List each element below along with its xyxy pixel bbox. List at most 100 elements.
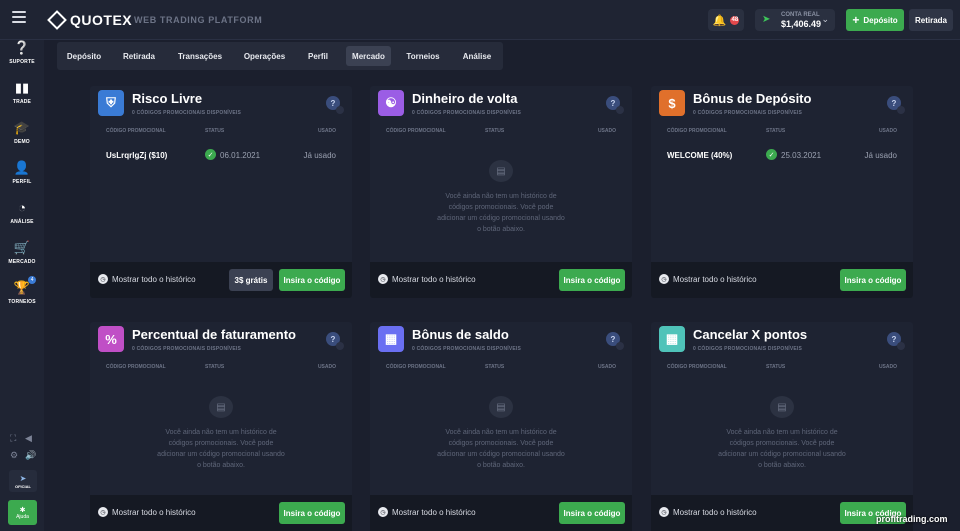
help-icon: ✱ <box>19 506 26 514</box>
show-history-link[interactable]: Mostrar todo o histórico <box>673 275 757 284</box>
tab-operations[interactable]: Operações <box>237 46 292 66</box>
gear-icon[interactable]: ⚙ <box>10 450 18 461</box>
chevron-down-icon: ⌄ <box>821 14 829 24</box>
help-icon[interactable]: ? <box>326 96 344 114</box>
menu-icon[interactable] <box>12 11 26 23</box>
column-used: USADO <box>878 364 897 370</box>
promo-card-deposit-bonus: $ Bônus de Depósito 0 CÓDIGOS PROMOCIONA… <box>651 86 913 298</box>
help-icon[interactable]: ? <box>606 332 624 350</box>
show-history-link[interactable]: Mostrar todo o histórico <box>112 275 196 284</box>
arrow-left-icon[interactable]: ◀ <box>25 433 32 444</box>
insert-code-button[interactable]: Insira o código <box>559 502 625 524</box>
empty-message: Você ainda não tem um histórico de códig… <box>437 193 565 233</box>
pie-chart-icon: ◔ <box>18 200 26 215</box>
promo-card-turnover-percent: % Percentual de faturamento 0 CÓDIGOS PR… <box>90 322 352 531</box>
empty-message: Você ainda não tem um histórico de códig… <box>718 429 846 469</box>
account-selector[interactable]: ➤ CONTA REAL $1,406.49 ⌄ <box>755 9 835 31</box>
clock-icon: ◷ <box>659 507 669 517</box>
shield-icon: ⛨ <box>98 90 124 116</box>
official-label: OFICIAL <box>15 483 31 489</box>
column-code: CÓDIGO PROMOCIONAL <box>667 128 727 134</box>
insert-code-button[interactable]: Insira o código <box>279 269 345 291</box>
tab-analysis[interactable]: Análise <box>455 46 499 66</box>
card-footer: ◷ Mostrar todo o histórico Insira o códi… <box>651 495 913 531</box>
fullscreen-icon[interactable]: ⛶ <box>10 433 16 444</box>
show-history-link[interactable]: Mostrar todo o histórico <box>392 508 476 517</box>
empty-box-icon: ▤ <box>489 396 513 418</box>
deposit-button[interactable]: + Depósito <box>846 9 904 31</box>
plus-icon: + <box>852 13 860 27</box>
help-label: Ajuda <box>16 513 29 520</box>
sidebar-item-profile[interactable]: 👤 PERFIL <box>0 160 44 185</box>
insert-code-button[interactable]: Insira o código <box>840 269 906 291</box>
calendar-icon: ▦ <box>659 326 685 352</box>
column-status: STATUS <box>205 364 225 370</box>
card-subtitle: 0 CÓDIGOS PROMOCIONAIS DISPONÍVEIS <box>693 110 803 116</box>
bell-icon: 🔔 <box>712 14 727 27</box>
sidebar-item-analysis[interactable]: ◔ ANÁLISE <box>0 200 44 225</box>
card-subtitle: 0 CÓDIGOS PROMOCIONAIS DISPONÍVEIS <box>132 346 242 352</box>
tab-withdraw[interactable]: Retirada <box>115 46 163 66</box>
sidebar-item-market[interactable]: 🛒 MERCADO <box>0 240 44 265</box>
logo[interactable]: QUOTEX <box>47 10 132 30</box>
sound-icon[interactable]: 🔊 <box>25 450 36 461</box>
tab-tournaments[interactable]: Torneios <box>399 46 447 66</box>
platform-label: WEB TRADING PLATFORM <box>134 15 263 25</box>
column-code: CÓDIGO PROMOCIONAL <box>667 364 727 370</box>
bar-chart-icon: ▮▮ <box>14 80 30 95</box>
trophy-icon: 🏆 4 <box>14 276 37 296</box>
show-history-link[interactable]: Mostrar todo o histórico <box>112 508 196 517</box>
column-used: USADO <box>317 128 336 134</box>
empty-message: Você ainda não tem um histórico de códig… <box>157 429 285 469</box>
cashback-icon: ☯ <box>378 90 404 116</box>
card-title: Risco Livre <box>132 91 203 106</box>
sidebar-item-label: DEMO <box>14 139 30 145</box>
card-subtitle: 0 CÓDIGOS PROMOCIONAIS DISPONÍVEIS <box>132 110 242 116</box>
tab-market[interactable]: Mercado <box>346 46 391 66</box>
official-channel-button[interactable]: ➤ OFICIAL <box>9 470 37 492</box>
logo-icon <box>47 10 67 30</box>
show-history-link[interactable]: Mostrar todo o histórico <box>392 275 476 284</box>
insert-code-button[interactable]: Insira o código <box>279 502 345 524</box>
free-3-button[interactable]: 3$ grátis <box>229 269 273 291</box>
card-title: Cancelar X pontos <box>693 327 808 342</box>
card-footer: ◷ Mostrar todo o histórico Insira o códi… <box>651 262 913 298</box>
notifications-button[interactable]: 🔔 48 <box>708 9 744 31</box>
withdraw-button[interactable]: Retirada <box>909 9 953 31</box>
top-bar: QUOTEX WEB TRADING PLATFORM 🔔 48 ➤ CONTA… <box>0 0 960 40</box>
tab-profile[interactable]: Perfil <box>300 46 336 66</box>
sidebar-item-demo[interactable]: 🎓 DEMO <box>0 120 44 145</box>
sidebar-item-label: ANÁLISE <box>10 219 34 225</box>
sidebar-item-tournaments[interactable]: 🏆 4 TORNEIOS <box>0 276 44 305</box>
promo-used: Já usado <box>303 151 336 160</box>
sidebar-item-support[interactable]: ❔ SUPORTE <box>0 40 44 65</box>
insert-code-button[interactable]: Insira o código <box>559 269 625 291</box>
tab-transactions[interactable]: Transações <box>171 46 229 66</box>
promo-card-balance-bonus: ▦ Bônus de saldo 0 CÓDIGOS PROMOCIONAIS … <box>370 322 632 531</box>
sidebar-item-label: TORNEIOS <box>8 299 36 305</box>
tournaments-badge: 4 <box>28 276 37 284</box>
show-history-link[interactable]: Mostrar todo o histórico <box>673 508 757 517</box>
user-icon: 👤 <box>13 160 31 175</box>
help-icon[interactable]: ? <box>887 96 905 114</box>
account-balance: $1,406.49 <box>781 19 822 29</box>
percent-icon: % <box>98 326 124 352</box>
column-status: STATUS <box>766 128 786 134</box>
card-subtitle: 0 CÓDIGOS PROMOCIONAIS DISPONÍVEIS <box>693 346 803 352</box>
sidebar-item-trade[interactable]: ▮▮ TRADE <box>0 80 44 105</box>
help-button[interactable]: ✱ Ajuda <box>8 500 37 525</box>
help-icon[interactable]: ? <box>326 332 344 350</box>
column-status: STATUS <box>485 364 505 370</box>
column-used: USADO <box>597 364 616 370</box>
tab-deposit[interactable]: Depósito <box>61 46 107 66</box>
help-icon[interactable]: ? <box>887 332 905 350</box>
promo-date: 06.01.2021 <box>220 151 261 160</box>
column-status: STATUS <box>205 128 225 134</box>
card-footer: ◷ Mostrar todo o histórico Insira o códi… <box>370 495 632 531</box>
promo-date: 25.03.2021 <box>781 151 822 160</box>
empty-message: Você ainda não tem um histórico de códig… <box>437 429 565 469</box>
card-subtitle: 0 CÓDIGOS PROMOCIONAIS DISPONÍVEIS <box>412 346 522 352</box>
check-icon: ✓ <box>205 149 216 160</box>
help-icon[interactable]: ? <box>606 96 624 114</box>
promo-code: WELCOME (40%) <box>667 151 733 160</box>
